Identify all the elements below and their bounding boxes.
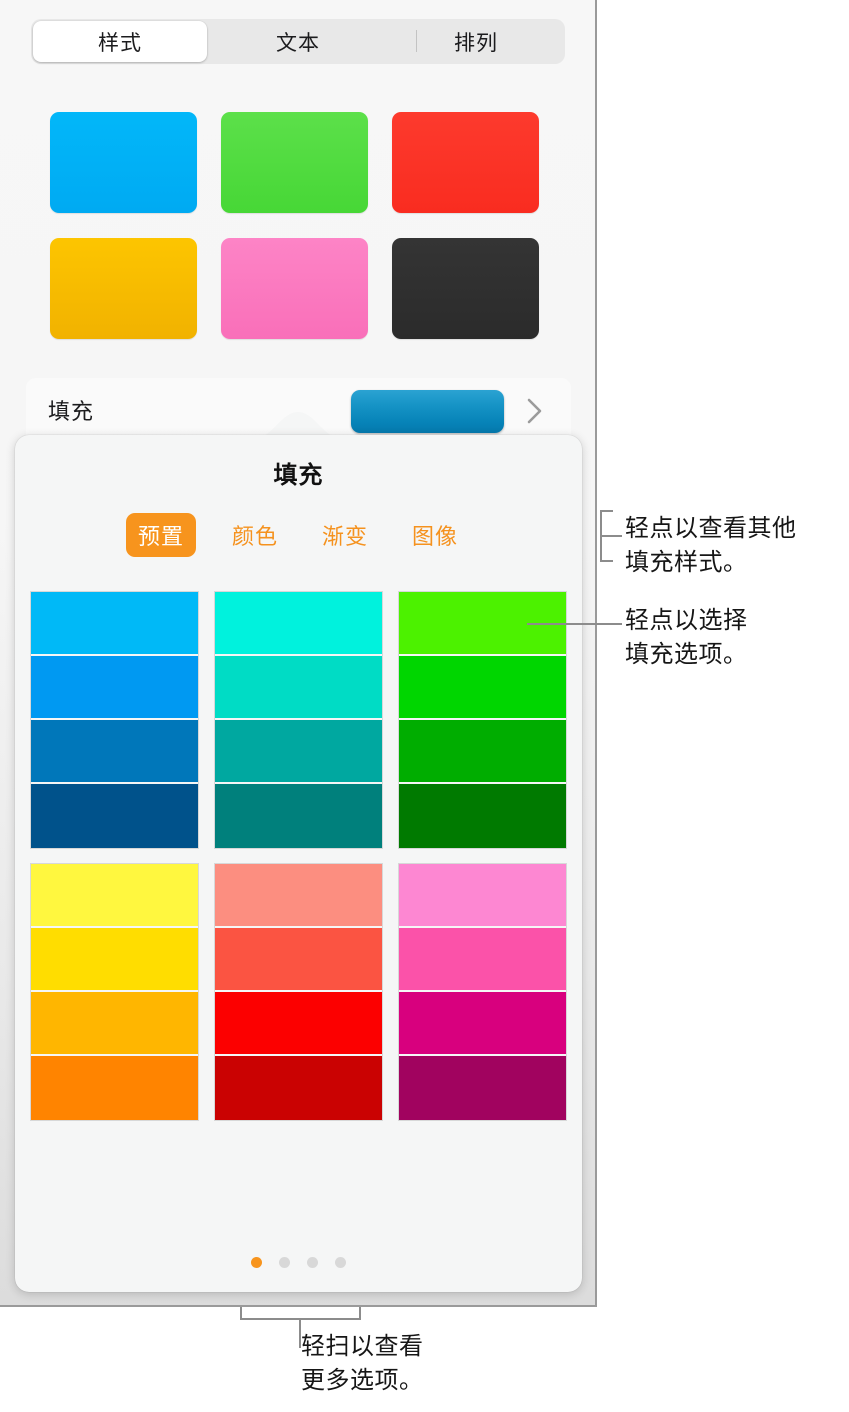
fill-row-label: 填充	[48, 399, 95, 424]
fill-tab-preset[interactable]: 预置	[126, 513, 197, 557]
style-swatch-pink[interactable]	[221, 238, 368, 339]
preset-group-cyan-cell-1[interactable]	[215, 592, 382, 656]
preset-group-magenta-cell-3[interactable]	[399, 992, 566, 1056]
preset-group-magenta-cell-2[interactable]	[399, 928, 566, 992]
tab-text[interactable]: 文本	[211, 21, 385, 62]
preset-group-yellow-cell-2[interactable]	[31, 928, 198, 992]
preset-group-magenta-cell-4[interactable]	[399, 1056, 566, 1120]
callout-choose-fill-option: 轻点以选择 填充选项。	[625, 607, 748, 668]
tab-style[interactable]: 样式	[33, 21, 207, 62]
inspector-segmented-control[interactable]: 样式 文本 排列	[31, 19, 565, 64]
page-dot-2[interactable]	[279, 1257, 290, 1268]
format-inspector-panel: 样式 文本 排列 填充 填充 预置 颜色 渐变 图像	[0, 0, 597, 1307]
preset-group-blue[interactable]	[30, 591, 199, 849]
callout-1-bracket-bottom-tick	[600, 560, 613, 562]
callout-swipe-more-options: 轻扫以查看 更多选项。	[301, 1333, 424, 1394]
fill-tab-color[interactable]: 颜色	[224, 513, 286, 557]
callout-2-stem	[527, 623, 622, 625]
preset-group-cyan[interactable]	[214, 591, 383, 849]
preset-group-cyan-cell-3[interactable]	[215, 720, 382, 784]
preset-group-salmon[interactable]	[214, 863, 383, 1121]
page-indicator-dots[interactable]	[15, 1257, 582, 1268]
page-dot-1[interactable]	[251, 1257, 262, 1268]
chevron-right-icon[interactable]	[526, 397, 544, 425]
preset-group-blue-cell-3[interactable]	[31, 720, 198, 784]
preset-group-green-cell-3[interactable]	[399, 720, 566, 784]
segment-divider	[416, 30, 417, 52]
preset-group-salmon-cell-3[interactable]	[215, 992, 382, 1056]
preset-group-green-cell-2[interactable]	[399, 656, 566, 720]
callout-3-bracket-left-tick	[240, 1307, 242, 1320]
page-dot-4[interactable]	[335, 1257, 346, 1268]
preset-group-yellow-cell-3[interactable]	[31, 992, 198, 1056]
preset-group-yellow-cell-4[interactable]	[31, 1056, 198, 1120]
fill-tab-image[interactable]: 图像	[404, 513, 466, 557]
preset-group-magenta[interactable]	[398, 863, 567, 1121]
preset-group-salmon-cell-4[interactable]	[215, 1056, 382, 1120]
preset-group-yellow-cell-1[interactable]	[31, 864, 198, 928]
callout-view-other-fill-styles: 轻点以查看其他 填充样式。	[625, 515, 797, 576]
preset-group-cyan-cell-4[interactable]	[215, 784, 382, 848]
preset-group-yellow[interactable]	[30, 863, 199, 1121]
preset-group-green-cell-4[interactable]	[399, 784, 566, 848]
callout-1-bracket-top-tick	[600, 510, 613, 512]
preset-group-blue-cell-1[interactable]	[31, 592, 198, 656]
style-swatch-red[interactable]	[392, 112, 539, 213]
fill-color-swatch-button[interactable]	[351, 390, 504, 433]
fill-type-tabs[interactable]: 预置 颜色 渐变 图像	[126, 513, 466, 557]
preset-group-salmon-cell-2[interactable]	[215, 928, 382, 992]
preset-group-cyan-cell-2[interactable]	[215, 656, 382, 720]
style-swatch-blue[interactable]	[50, 112, 197, 213]
callout-1-stem	[600, 535, 622, 537]
preset-group-blue-cell-2[interactable]	[31, 656, 198, 720]
fill-tab-gradient[interactable]: 渐变	[314, 513, 376, 557]
style-swatch-black[interactable]	[392, 238, 539, 339]
preset-group-green[interactable]	[398, 591, 567, 849]
fill-popover: 填充 预置 颜色 渐变 图像	[15, 435, 582, 1292]
preset-group-magenta-cell-1[interactable]	[399, 864, 566, 928]
page-dot-3[interactable]	[307, 1257, 318, 1268]
popover-title: 填充	[273, 462, 324, 489]
style-swatch-yellow[interactable]	[50, 238, 197, 339]
preset-group-blue-cell-4[interactable]	[31, 784, 198, 848]
callout-3-bracket-right-tick	[359, 1307, 361, 1320]
style-preset-grid[interactable]	[50, 112, 542, 339]
style-swatch-green[interactable]	[221, 112, 368, 213]
preset-fill-grid[interactable]	[30, 591, 567, 1121]
preset-group-salmon-cell-1[interactable]	[215, 864, 382, 928]
